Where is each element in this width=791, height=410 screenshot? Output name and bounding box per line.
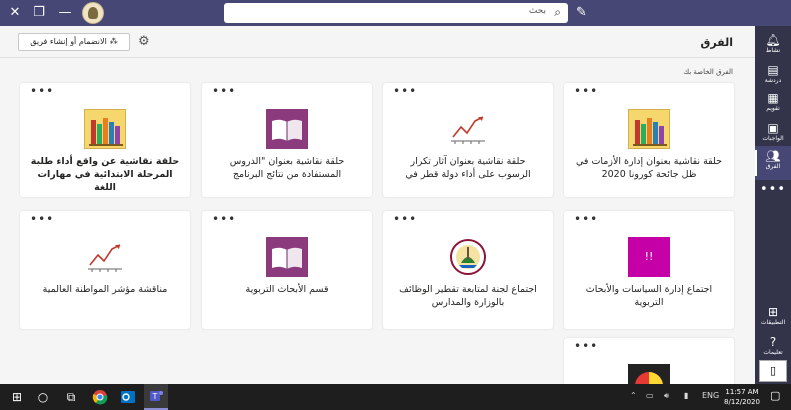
team-initials-tile: !! [628, 237, 670, 277]
more-options-icon[interactable]: ••• [574, 85, 598, 97]
chat-icon: ▤ [767, 63, 779, 77]
notifications-icon[interactable]: ▢ [770, 389, 780, 402]
help-icon: ? [769, 335, 777, 349]
line-chart-icon [84, 237, 126, 277]
team-card[interactable]: ••• [564, 338, 734, 384]
pie-chart-icon [628, 364, 670, 384]
more-options-icon[interactable]: ••• [212, 213, 236, 225]
calendar-icon: ▦ [767, 91, 779, 105]
more-options-icon[interactable]: ••• [30, 213, 54, 225]
rail-label: نشاط [765, 47, 781, 54]
clock-date: 8/12/2020 [724, 398, 760, 406]
battery-icon[interactable]: ▮ [684, 391, 688, 400]
more-apps-icon[interactable]: ••• [755, 182, 791, 197]
page-title: الفرق [700, 36, 734, 49]
rail-label: تقويم [766, 105, 780, 112]
task-view-icon[interactable]: ⧉ [60, 384, 82, 410]
team-name: قسم الأبحاث التربوية [245, 284, 329, 295]
teams-main: الانضمام أو إنشاء فريق ⁂ ⚙ الفرق الفرق ال… [0, 26, 755, 384]
rail-activity[interactable]: 🔔︎ نشاط [755, 30, 791, 64]
team-card[interactable]: ••• حلقة نقاشية بعنوان إدارة الأزمات في … [564, 83, 734, 197]
windows-taskbar: ⊞ ○ ⧉ T ⌃ ▭ 🔊︎ ▮ ENG 11:57 AM 8/12/2020 … [0, 384, 791, 410]
open-book-icon [266, 237, 308, 277]
more-options-icon[interactable]: ••• [574, 213, 598, 225]
compose-icon[interactable]: ✎ [576, 5, 587, 20]
profile-avatar[interactable] [82, 2, 104, 24]
clock[interactable]: 11:57 AM 8/12/2020 [722, 387, 762, 407]
search-icon: ⌕ [554, 5, 561, 19]
team-name: اجتماع لجنة لمتابعة تقطير الوظائف بالوزا… [399, 284, 537, 308]
team-card[interactable]: ••• حلقة نقاشية بعنوان آثار تكرار الرسوب… [383, 83, 553, 197]
start-icon[interactable]: ⊞ [6, 384, 28, 410]
team-card[interactable]: ••• حلقة نقاشية عن واقع أداء طلبة المرحل… [20, 83, 190, 197]
team-card[interactable]: ••• حلقة نقاشية بعنوان "الدروس المستفادة… [202, 83, 372, 197]
bookshelf-icon [84, 109, 126, 149]
svg-text:T: T [152, 392, 158, 401]
apps-icon: ⊞ [767, 305, 779, 319]
bookshelf-icon [628, 109, 670, 149]
team-card[interactable]: ••• مناقشة مؤشر المواطنة العالمية [20, 211, 190, 329]
search-placeholder: بحث [528, 6, 546, 16]
rail-calendar[interactable]: ▦ تقويم [755, 88, 791, 122]
team-name: حلقة نقاشية بعنوان "الدروس المستفادة من … [229, 156, 345, 180]
open-book-icon [266, 109, 308, 149]
team-name: حلقة نقاشية بعنوان آثار تكرار الرسوب على… [405, 156, 531, 180]
tray-up-icon[interactable]: ⌃ [630, 391, 637, 400]
rail-label: تعليمات [763, 349, 783, 356]
team-name: مناقشة مؤشر المواطنة العالمية [42, 284, 168, 295]
device-icon[interactable]: ▯ [759, 360, 787, 382]
outlook-icon[interactable] [116, 384, 140, 410]
team-name: حلقة نقاشية عن واقع أداء طلبة المرحلة ال… [30, 156, 180, 193]
rail-apps[interactable]: ⊞ التطبيقات [755, 302, 791, 336]
title-bar: ✕ ❐ — ⌕ بحث ✎ [0, 0, 791, 26]
national-emblem-icon [447, 237, 489, 277]
search-input[interactable]: ⌕ بحث [224, 3, 568, 23]
more-options-icon[interactable]: ••• [393, 213, 417, 225]
rail-label: التطبيقات [760, 319, 786, 326]
rail-label: الفرق [765, 163, 781, 170]
search-icon[interactable]: ○ [32, 384, 54, 410]
rail-label: الواجبات [762, 135, 784, 142]
more-options-icon[interactable]: ••• [212, 85, 236, 97]
rail-teams[interactable]: 👥︎ الفرق [755, 146, 791, 180]
teams-icon[interactable]: T [144, 384, 168, 410]
more-options-icon[interactable]: ••• [574, 340, 598, 352]
team-name: حلقة نقاشية بعنوان إدارة الأزمات في ظل ج… [575, 156, 722, 180]
team-name: اجتماع إدارة السياسات والأبحاث التربوية [585, 284, 713, 308]
rail-label: دردشة [764, 77, 782, 84]
chrome-icon[interactable] [88, 384, 112, 410]
teams-header: الانضمام أو إنشاء فريق ⁂ ⚙ الفرق [0, 26, 755, 58]
more-options-icon[interactable]: ••• [393, 85, 417, 97]
section-your-teams: الفرق الخاصة بك [683, 68, 733, 76]
assignments-icon: ▣ [767, 121, 779, 135]
add-team-icon: ⁂ [109, 37, 118, 46]
bell-icon: 🔔︎ [765, 33, 781, 47]
join-or-create-team-button[interactable]: الانضمام أو إنشاء فريق ⁂ [18, 33, 130, 51]
network-icon[interactable]: ▭ [646, 391, 654, 400]
clock-time: 11:57 AM [725, 388, 759, 396]
join-team-label: الانضمام أو إنشاء فريق [30, 37, 107, 46]
close-icon[interactable]: ✕ [6, 4, 24, 22]
minimize-icon[interactable]: — [56, 4, 74, 22]
team-card[interactable]: ••• اجتماع لجنة لمتابعة تقطير الوظائف با… [383, 211, 553, 329]
app-bar: 🔔︎ نشاط ▤ دردشة ▦ تقويم ▣ الواجبات 👥︎ ال… [755, 26, 791, 384]
settings-gear-icon[interactable]: ⚙ [138, 34, 150, 49]
team-card[interactable]: ••• قسم الأبحاث التربوية [202, 211, 372, 329]
teams-icon: 👥︎ [765, 149, 781, 163]
team-card[interactable]: ••• !! اجتماع إدارة السياسات والأبحاث ال… [564, 211, 734, 329]
language-indicator[interactable]: ENG [702, 391, 719, 400]
line-chart-icon [447, 109, 489, 149]
volume-icon[interactable]: 🔊︎ [664, 391, 669, 401]
more-options-icon[interactable]: ••• [30, 85, 54, 97]
maximize-icon[interactable]: ❐ [30, 4, 48, 22]
